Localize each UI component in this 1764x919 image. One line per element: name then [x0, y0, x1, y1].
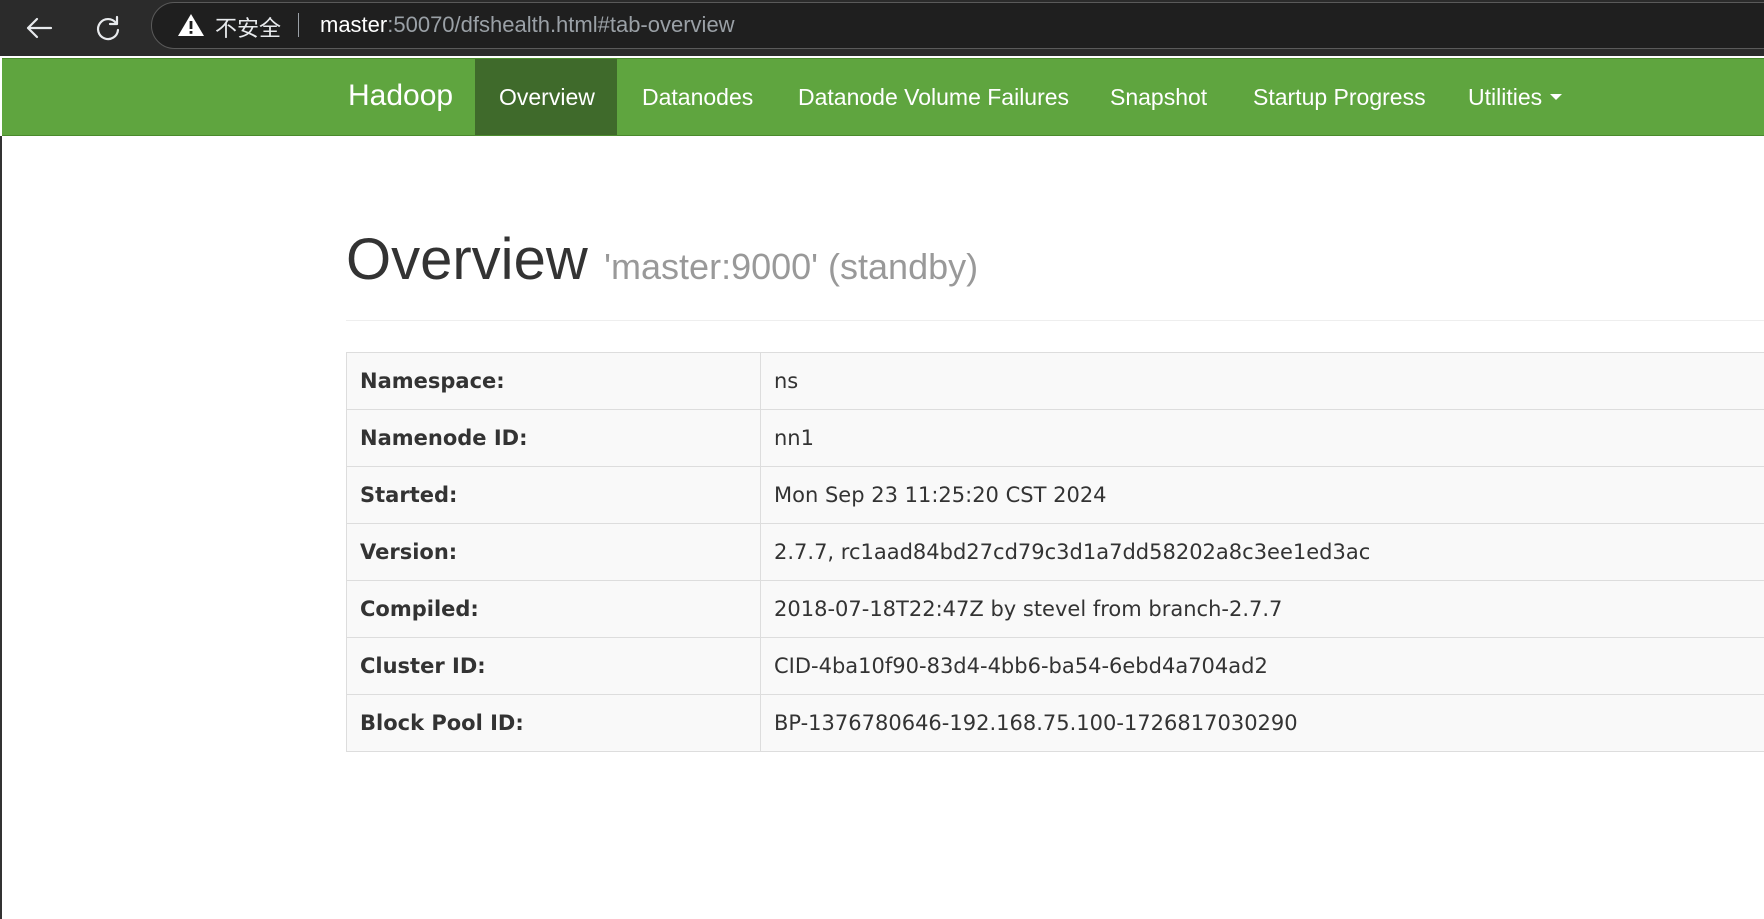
table-value-cell: ns: [760, 352, 1764, 410]
back-arrow-icon: [26, 17, 53, 39]
table-key-cell: Namespace:: [346, 352, 761, 410]
table-key-cell: Compiled:: [346, 580, 761, 638]
caret-down-icon: [1550, 94, 1563, 100]
table-key-cell: Cluster ID:: [346, 637, 761, 695]
table-value-cell: BP-1376780646-192.168.75.100-17268170302…: [760, 694, 1764, 752]
table-row: Started: Mon Sep 23 11:25:20 CST 2024: [346, 466, 1764, 524]
table-row: Compiled: 2018-07-18T22:47Z by stevel fr…: [346, 580, 1764, 638]
nav-tab-overview[interactable]: Overview: [475, 59, 617, 135]
page-left-edge: [0, 136, 2, 919]
nav-tab-label: Snapshot: [1110, 83, 1208, 110]
table-value-cell: Mon Sep 23 11:25:20 CST 2024: [760, 466, 1764, 524]
nav-tab-label: Utilities: [1468, 83, 1543, 110]
nav-tab-label: Overview: [499, 83, 595, 110]
nav-tab-label: Datanode Volume Failures: [798, 83, 1070, 110]
page-header: Overview 'master:9000' (standby): [346, 226, 978, 293]
table-value-cell: 2.7.7, rc1aad84bd27cd79c3d1a7dd58202a8c3…: [760, 523, 1764, 581]
browser-toolbar: 不安全 master:50070/dfshealth.html#tab-over…: [0, 0, 1764, 56]
warning-icon[interactable]: [177, 13, 205, 37]
navbar: Hadoop Overview Datanodes Datanode Volum…: [2, 58, 1764, 136]
table-key-cell: Block Pool ID:: [346, 694, 761, 752]
reload-button[interactable]: [86, 6, 130, 50]
nav-tab-startup-progress[interactable]: Startup Progress: [1229, 59, 1450, 135]
address-divider: [298, 13, 299, 37]
security-status-label[interactable]: 不安全: [215, 11, 281, 43]
nav-tab-datanode-volume-failures[interactable]: Datanode Volume Failures: [774, 59, 1093, 135]
table-key-cell: Started:: [346, 466, 761, 524]
nav-tab-utilities[interactable]: Utilities: [1444, 59, 1586, 135]
nav-tab-snapshot[interactable]: Snapshot: [1086, 59, 1231, 135]
table-key-cell: Namenode ID:: [346, 409, 761, 467]
nav-tab-label: Startup Progress: [1253, 83, 1426, 110]
table-row: Cluster ID: CID-4ba10f90-83d4-4bb6-ba54-…: [346, 637, 1764, 695]
table-row: Namespace: ns: [346, 352, 1764, 410]
table-value-cell: 2018-07-18T22:47Z by stevel from branch-…: [760, 580, 1764, 638]
nav-tab-label: Datanodes: [642, 83, 754, 110]
table-value-cell: nn1: [760, 409, 1764, 467]
table-row: Namenode ID: nn1: [346, 409, 1764, 467]
page-title: Overview: [346, 227, 588, 292]
table-row: Version: 2.7.7, rc1aad84bd27cd79c3d1a7dd…: [346, 523, 1764, 581]
url-text[interactable]: master:50070/dfshealth.html#tab-overview: [320, 12, 735, 38]
url-host: master: [320, 12, 388, 37]
page-subtitle: 'master:9000' (standby): [604, 246, 979, 287]
header-divider: [346, 320, 1764, 321]
back-button[interactable]: [17, 6, 61, 50]
overview-info-table: Namespace: ns Namenode ID: nn1 Started: …: [346, 352, 1764, 752]
table-value-cell: CID-4ba10f90-83d4-4bb6-ba54-6ebd4a704ad2: [760, 637, 1764, 695]
reload-icon: [96, 15, 120, 41]
table-row: Block Pool ID: BP-1376780646-192.168.75.…: [346, 694, 1764, 752]
nav-tab-datanodes[interactable]: Datanodes: [618, 59, 777, 135]
navbar-brand[interactable]: Hadoop: [348, 79, 453, 113]
url-path: :50070/dfshealth.html#tab-overview: [387, 12, 735, 37]
table-key-cell: Version:: [346, 523, 761, 581]
